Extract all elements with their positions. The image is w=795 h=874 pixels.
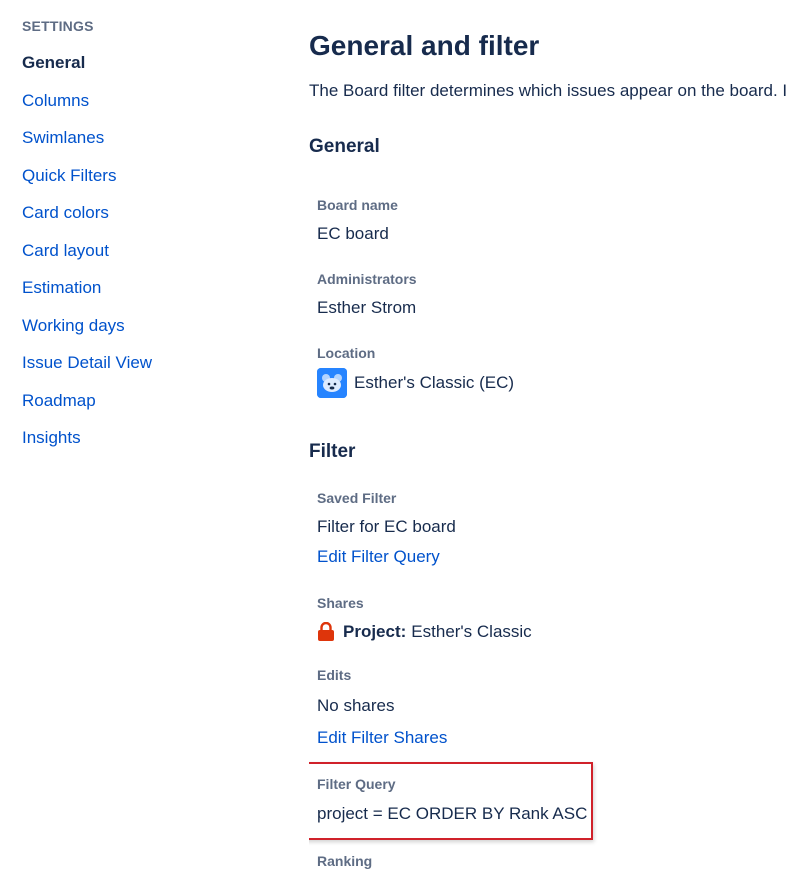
filter-query-value: project = EC ORDER BY Rank ASC (317, 804, 588, 823)
sidebar-item-card-layout[interactable]: Card layout (22, 240, 262, 262)
shares-value: Esther's Classic (411, 622, 532, 641)
sidebar-item-quick-filters[interactable]: Quick Filters (22, 165, 262, 187)
sidebar-item-columns[interactable]: Columns (22, 90, 262, 112)
sidebar-item-working-days[interactable]: Working days (22, 315, 262, 337)
board-name-label: Board name (317, 197, 398, 213)
board-name-value: EC board (317, 224, 389, 243)
sidebar-heading: SETTINGS (22, 18, 94, 34)
sidebar-item-insights[interactable]: Insights (22, 427, 262, 449)
sidebar-item-roadmap[interactable]: Roadmap (22, 390, 262, 412)
shares-row: Project: Esther's Classic (317, 621, 532, 643)
edits-label: Edits (317, 667, 352, 683)
page-title: General and filter (309, 30, 540, 61)
edit-filter-shares-link[interactable]: Edit Filter Shares (317, 727, 447, 749)
administrators-label: Administrators (317, 271, 417, 287)
administrators-value: Esther Strom (317, 298, 417, 317)
saved-filter-value: Filter for EC board (317, 517, 456, 536)
ranking-label: Ranking (317, 853, 373, 869)
saved-filter-label: Saved Filter (317, 490, 397, 506)
sidebar-item-estimation[interactable]: Estimation (22, 277, 262, 299)
project-avatar-icon (317, 368, 347, 398)
sidebar-item-general[interactable]: General (22, 52, 262, 74)
edits-value: No shares (317, 696, 395, 715)
sidebar-item-issue-detail-view[interactable]: Issue Detail View (22, 352, 262, 374)
shares-prefix: Project: (343, 622, 407, 641)
filter-query-highlight (309, 762, 593, 840)
general-section-heading: General (309, 136, 380, 157)
page-description: The Board filter determines which issues… (309, 81, 788, 100)
filter-section-heading: Filter (309, 441, 356, 462)
settings-sidebar: SETTINGS General Columns Swimlanes Quick… (22, 15, 262, 465)
sidebar-item-swimlanes[interactable]: Swimlanes (22, 127, 262, 149)
main-content: General and filter The Board filter dete… (309, 0, 795, 874)
location-row: Esther's Classic (EC) (317, 368, 514, 398)
lock-icon (317, 621, 335, 642)
location-label: Location (317, 345, 376, 361)
edit-filter-query-link[interactable]: Edit Filter Query (317, 546, 440, 568)
shares-label: Shares (317, 595, 364, 611)
sidebar-item-card-colors[interactable]: Card colors (22, 202, 262, 224)
filter-query-label: Filter Query (317, 776, 396, 792)
location-value: Esther's Classic (EC) (354, 373, 515, 392)
